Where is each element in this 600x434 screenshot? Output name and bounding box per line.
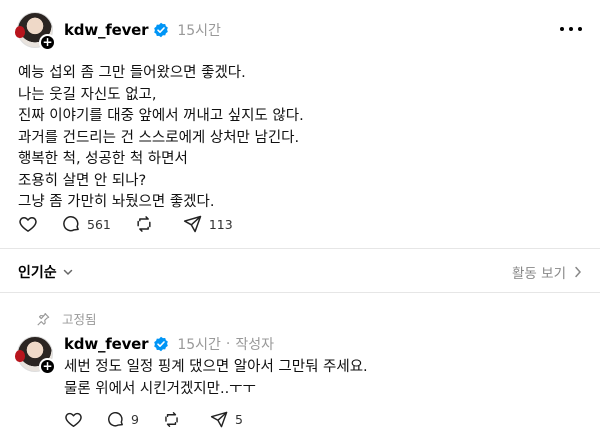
post-line: 행복한 척, 성공한 척 하면서: [18, 151, 188, 167]
pinned-indicator: 고정됨: [36, 309, 97, 328]
post-actions: 561 113: [18, 214, 256, 234]
verified-badge-icon: [153, 22, 169, 38]
repost-button[interactable]: [134, 214, 160, 234]
send-icon: [183, 215, 202, 233]
reply-line: 세번 정도 일정 핑계 댔으면 알아서 그만둬 주세요.: [64, 359, 368, 375]
heart-icon: [65, 412, 82, 427]
username[interactable]: kdw_fever: [64, 21, 149, 39]
avatar[interactable]: +: [15, 12, 56, 51]
share-button[interactable]: 5: [210, 410, 243, 429]
sort-dropdown[interactable]: 인기순: [18, 262, 73, 282]
repost-button[interactable]: [162, 410, 187, 429]
share-count: 113: [208, 216, 233, 232]
rose-decoration: [15, 26, 25, 38]
repost-icon: [165, 412, 178, 427]
follow-plus-icon[interactable]: +: [39, 34, 56, 51]
reply-header: kdw_fever 15시간 · 작성자: [64, 334, 274, 354]
post-line: 나는 웃길 자신도 없고,: [18, 86, 157, 103]
username[interactable]: kdw_fever: [64, 335, 149, 353]
post-line: 예능 섭외 좀 그만 들어왔으면 좋겠다.: [18, 65, 246, 81]
post-body: 예능 섭외 좀 그만 들어왔으면 좋겠다. 나는 웃길 자신도 없고, 진짜 이…: [18, 63, 304, 214]
reply-time[interactable]: 15시간: [177, 334, 221, 354]
author-tag: 작성자: [235, 337, 274, 353]
repost-icon: [137, 216, 151, 232]
post-line: 그냥 좀 가만히 놔뒀으면 좋겠다.: [18, 194, 215, 210]
divider: [0, 292, 600, 293]
pinned-label: 고정됨: [62, 312, 97, 327]
view-activity-link[interactable]: 활동 보기: [512, 262, 582, 282]
reply-actions: 9 5: [64, 410, 266, 429]
reply-button[interactable]: 561: [61, 214, 111, 234]
avatar[interactable]: +: [15, 336, 56, 375]
view-activity-label: 활동 보기: [512, 266, 566, 282]
reply-count: 561: [87, 216, 111, 232]
reply-count: 9: [131, 412, 139, 427]
post-line: 진짜 이야기를 대중 앞에서 꺼내고 싶지도 않다.: [18, 108, 304, 124]
heart-icon: [19, 217, 37, 232]
rose-decoration: [15, 350, 25, 362]
more-options-icon[interactable]: [560, 24, 582, 34]
divider: [0, 248, 600, 249]
sort-label: 인기순: [18, 265, 57, 281]
post-header: kdw_fever 15시간: [64, 20, 221, 40]
share-count: 5: [234, 412, 243, 427]
separator: ·: [225, 336, 231, 352]
send-icon: [210, 411, 228, 428]
like-button[interactable]: [18, 214, 38, 234]
verified-badge-icon: [153, 336, 169, 352]
post-time[interactable]: 15시간: [177, 20, 221, 40]
comment-icon: [63, 216, 79, 232]
pin-icon: [37, 312, 50, 326]
like-button[interactable]: [64, 410, 83, 429]
follow-plus-icon[interactable]: +: [39, 358, 56, 375]
post-line: 조용히 살면 안 되나?: [18, 172, 147, 189]
comment-icon: [108, 412, 123, 427]
reply-body: 세번 정도 일정 핑계 댔으면 알아서 그만둬 주세요. 물론 위에서 시킨거겠…: [64, 357, 368, 400]
chevron-right-icon: [574, 266, 582, 278]
reply-button[interactable]: 9: [106, 410, 139, 429]
reply-line: 물론 위에서 시킨거겠지만..ㅜㅜ: [64, 380, 256, 397]
chevron-down-icon: [63, 267, 73, 277]
post-line: 과거를 건드리는 건 스스로에게 상처만 남긴다.: [18, 129, 300, 146]
share-button[interactable]: 113: [183, 214, 233, 234]
